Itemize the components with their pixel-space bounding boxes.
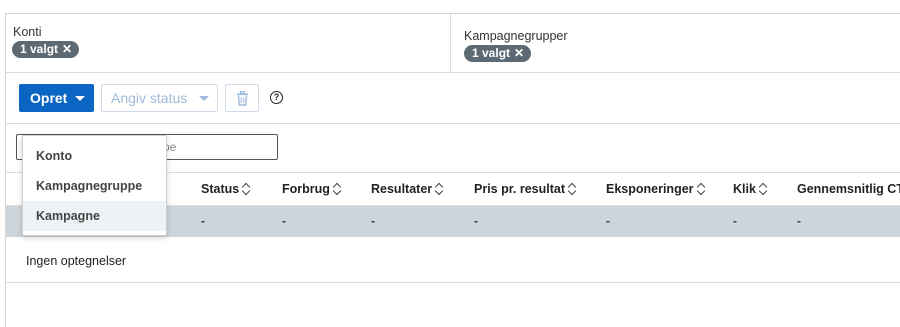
campaign-manager-panel: Konti 1 valgt ✕ Kampagnegrupper 1 valgt ✕ … [5, 13, 900, 327]
chip-label: 1 valgt [472, 46, 511, 60]
chip-label: 1 valgt [20, 42, 59, 56]
sort-icon [569, 183, 577, 195]
filter-bar: Konti 1 valgt ✕ Kampagnegrupper 1 valgt ✕ [6, 14, 900, 73]
column-header-status[interactable]: Status [201, 173, 251, 206]
column-header-avg-ctr[interactable]: Gennemsnitlig CT [797, 173, 900, 206]
summary-cell: - [282, 214, 286, 228]
toolbar: Opret Angiv status ? [6, 73, 900, 124]
delete-button[interactable] [225, 84, 259, 112]
menu-item-campaign[interactable]: Kampagne [23, 201, 166, 231]
close-icon[interactable]: ✕ [62, 42, 72, 56]
campaign-groups-filter-label: Kampagnegrupper [464, 29, 568, 43]
column-label: Resultater [371, 182, 433, 196]
column-label: Gennemsnitlig CT [797, 182, 900, 196]
caret-down-icon [199, 96, 209, 101]
column-header-clicks[interactable]: Klik [733, 173, 768, 206]
column-label: Eksponeringer [606, 182, 694, 196]
summary-cell: - [797, 214, 801, 228]
help-icon[interactable]: ? [270, 91, 283, 104]
create-dropdown-menu: Konto Kampagnegruppe Kampagne [22, 135, 167, 236]
set-status-label: Angiv status [111, 90, 188, 106]
column-header-cost-per-result[interactable]: Pris pr. resultat [474, 173, 577, 206]
column-label: Forbrug [282, 182, 330, 196]
accounts-filter-label: Konti [13, 25, 42, 39]
summary-cell: - [371, 214, 375, 228]
column-header-spend[interactable]: Forbrug [282, 173, 342, 206]
menu-item-campaign-group[interactable]: Kampagnegruppe [23, 171, 166, 201]
summary-cell: - [201, 214, 205, 228]
accounts-selected-chip[interactable]: 1 valgt ✕ [12, 41, 80, 58]
create-button[interactable]: Opret [19, 84, 94, 112]
sort-icon [334, 183, 342, 195]
column-label: Status [201, 182, 240, 196]
summary-cell: - [474, 214, 478, 228]
set-status-button[interactable]: Angiv status [101, 84, 218, 112]
divider [6, 282, 900, 283]
summary-cell: - [733, 214, 737, 228]
column-header-impressions[interactable]: Eksponeringer [606, 173, 706, 206]
column-label: Pris pr. resultat [474, 182, 566, 196]
close-icon[interactable]: ✕ [514, 46, 524, 60]
campaign-groups-filter[interactable]: Kampagnegrupper 1 valgt ✕ [451, 14, 900, 72]
sort-icon [436, 183, 444, 195]
empty-state-text: Ingen optegnelser [26, 254, 127, 268]
create-button-label: Opret [30, 90, 68, 106]
caret-down-icon [75, 96, 85, 101]
sort-icon [243, 183, 251, 195]
trash-icon [237, 91, 248, 106]
accounts-filter[interactable]: Konti 1 valgt ✕ [6, 14, 451, 72]
summary-cell: - [606, 214, 610, 228]
sort-icon [698, 183, 706, 195]
sort-icon [760, 183, 768, 195]
column-header-results[interactable]: Resultater [371, 173, 444, 206]
menu-item-account[interactable]: Konto [23, 141, 166, 171]
column-label: Klik [733, 182, 756, 196]
campaign-groups-selected-chip[interactable]: 1 valgt ✕ [464, 45, 532, 62]
